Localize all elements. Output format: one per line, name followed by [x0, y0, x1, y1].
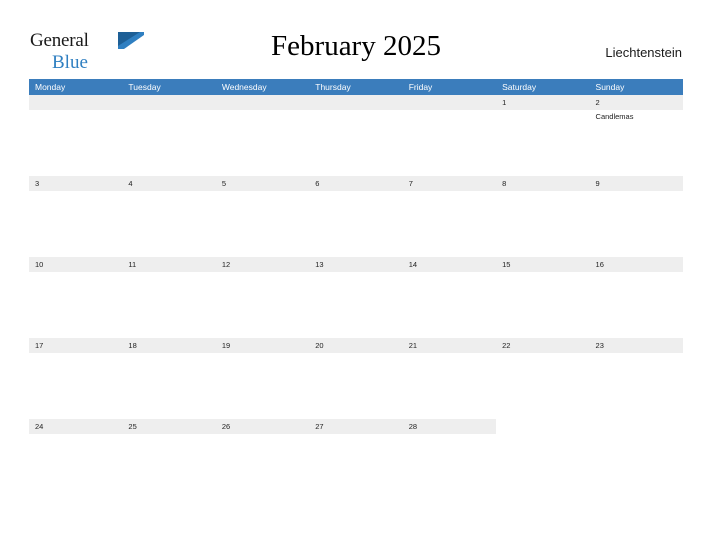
- dow-saturday: Saturday: [496, 79, 590, 95]
- day-number: 18: [128, 341, 137, 350]
- day-number: 19: [221, 341, 231, 350]
- day-event: Candlemas: [595, 112, 634, 121]
- calendar-week-row: 3 4 5 6 7 8 9: [29, 176, 683, 257]
- day-header-band: [309, 176, 403, 191]
- day-header-band: [496, 95, 590, 110]
- day-number: 7: [408, 179, 413, 188]
- calendar-day-cell[interactable]: 16: [589, 257, 683, 338]
- dow-wednesday: Wednesday: [216, 79, 310, 95]
- calendar-day-cell[interactable]: 27: [309, 419, 403, 500]
- calendar-day-cell[interactable]: 18: [122, 338, 216, 419]
- calendar-day-cell[interactable]: 11: [122, 257, 216, 338]
- calendar-day-cell[interactable]: 25: [122, 419, 216, 500]
- day-number: 23: [595, 341, 604, 350]
- day-number: 2: [595, 98, 600, 107]
- dow-thursday: Thursday: [309, 79, 403, 95]
- calendar-day-cell[interactable]: 19: [215, 338, 310, 419]
- calendar-day-cell[interactable]: 5: [215, 176, 310, 257]
- calendar-day-cell[interactable]: 23: [589, 338, 683, 419]
- country-label: Liechtenstein: [605, 45, 682, 60]
- day-header-band: [402, 95, 497, 110]
- dow-friday: Friday: [403, 79, 497, 95]
- calendar-day-cell[interactable]: [215, 95, 310, 176]
- day-number: 14: [408, 260, 418, 269]
- calendar-day-cell[interactable]: 15: [496, 257, 590, 338]
- calendar-day-cell[interactable]: 24: [29, 419, 123, 500]
- calendar-day-cell[interactable]: 1: [496, 95, 590, 176]
- calendar-grid: Monday Tuesday Wednesday Thursday Friday…: [29, 79, 683, 500]
- day-header-band: [29, 176, 123, 191]
- calendar-day-cell[interactable]: [122, 95, 216, 176]
- calendar-day-cell[interactable]: [402, 95, 497, 176]
- dow-tuesday: Tuesday: [122, 79, 216, 95]
- calendar-day-cell[interactable]: 3: [29, 176, 123, 257]
- day-number: 13: [315, 260, 324, 269]
- calendar-day-cell[interactable]: [496, 419, 590, 500]
- day-number: 16: [595, 260, 604, 269]
- calendar-page: General Blue February 2025 Liechtenstein…: [0, 0, 712, 550]
- day-number: 20: [315, 341, 324, 350]
- day-header-band: [309, 95, 403, 110]
- calendar-day-cell[interactable]: 28: [402, 419, 497, 500]
- day-number: 15: [502, 260, 511, 269]
- day-number: 1: [502, 98, 507, 107]
- day-header-band: [122, 257, 216, 272]
- day-number: 8: [502, 179, 507, 188]
- dow-monday: Monday: [29, 79, 123, 95]
- calendar-week-row: 24 25 26 27 28: [29, 419, 683, 500]
- day-header-band: [29, 95, 123, 110]
- day-header-band: [589, 95, 683, 110]
- day-header-band: [496, 176, 590, 191]
- day-header-band: [215, 95, 310, 110]
- calendar-day-cell[interactable]: 22: [496, 338, 590, 419]
- day-number: 17: [35, 341, 44, 350]
- day-number: 5: [221, 179, 227, 188]
- calendar-day-cell[interactable]: 2 Candlemas: [589, 95, 683, 176]
- day-number: 12: [221, 260, 231, 269]
- day-number: 22: [502, 341, 511, 350]
- calendar-day-cell[interactable]: 7: [402, 176, 497, 257]
- calendar-day-cell[interactable]: 17: [29, 338, 123, 419]
- calendar-day-cell[interactable]: 4: [122, 176, 216, 257]
- calendar-day-cell[interactable]: 12: [215, 257, 310, 338]
- page-header: General Blue February 2025 Liechtenstein: [0, 0, 712, 78]
- day-number: 26: [221, 422, 231, 431]
- day-number: 10: [35, 260, 44, 269]
- day-number: 24: [35, 422, 44, 431]
- calendar-day-cell[interactable]: 8: [496, 176, 590, 257]
- calendar-day-cell[interactable]: 9: [589, 176, 683, 257]
- calendar-day-cell[interactable]: 26: [215, 419, 310, 500]
- calendar-week-row: 10 11 12 13 14 15 16: [29, 257, 683, 338]
- calendar-week-row: 17 18 19 20 21 22 23: [29, 338, 683, 419]
- calendar-day-cell[interactable]: [589, 419, 683, 500]
- day-number: 27: [315, 422, 324, 431]
- day-number: 28: [408, 422, 418, 431]
- day-number: 9: [595, 179, 600, 188]
- day-header-band: [122, 176, 216, 191]
- day-number: 21: [408, 341, 418, 350]
- calendar-day-cell[interactable]: 10: [29, 257, 123, 338]
- calendar-day-cell[interactable]: [29, 95, 123, 176]
- dow-sunday: Sunday: [590, 79, 683, 95]
- calendar-day-cell[interactable]: 20: [309, 338, 403, 419]
- day-number: 6: [315, 179, 320, 188]
- calendar-day-cell[interactable]: 14: [402, 257, 497, 338]
- calendar-day-cell[interactable]: 21: [402, 338, 497, 419]
- day-of-week-header-row: Monday Tuesday Wednesday Thursday Friday…: [29, 79, 683, 95]
- day-number: 3: [35, 179, 40, 188]
- calendar-week-row: 1 2 Candlemas: [29, 95, 683, 176]
- calendar-day-cell[interactable]: [309, 95, 403, 176]
- day-header-band: [215, 176, 310, 191]
- day-header-band: [402, 176, 497, 191]
- calendar-day-cell[interactable]: 13: [309, 257, 403, 338]
- calendar-day-cell[interactable]: 6: [309, 176, 403, 257]
- day-number: 25: [128, 422, 137, 431]
- day-header-band: [589, 176, 683, 191]
- day-header-band: [122, 95, 216, 110]
- day-number: 11: [128, 260, 137, 269]
- day-number: 4: [128, 179, 133, 188]
